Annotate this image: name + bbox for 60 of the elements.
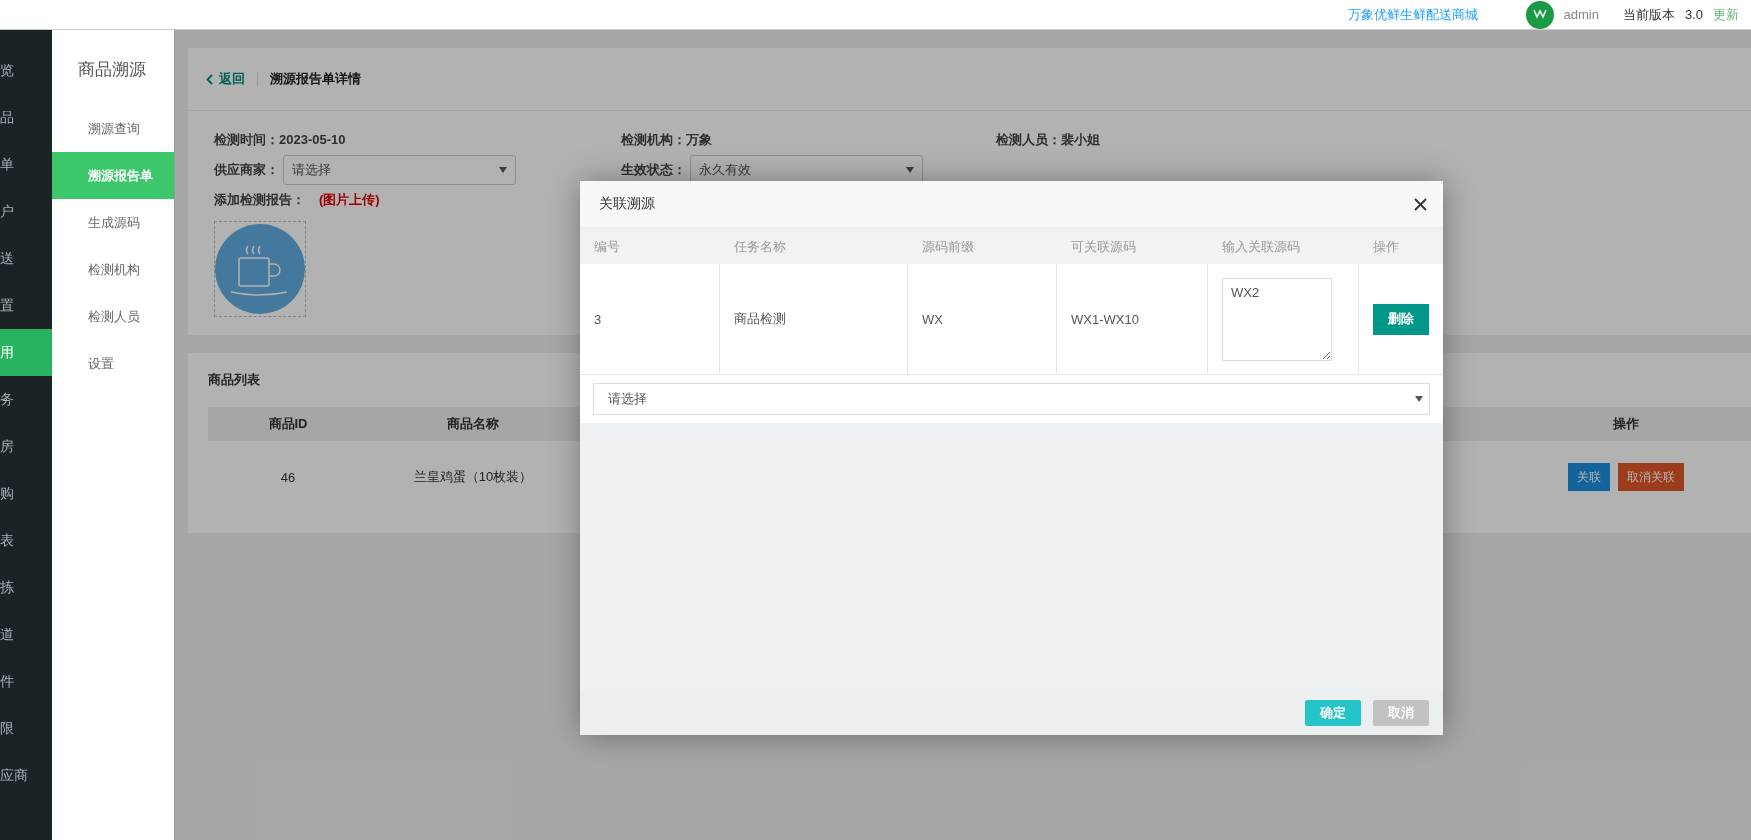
delete-button[interactable]: 删除	[1373, 303, 1429, 335]
field-label: 生效状态：	[621, 161, 686, 179]
back-link[interactable]: 返回	[206, 70, 245, 88]
column-header: 商品ID	[267, 415, 309, 433]
field-label: 添加检测报告：	[214, 191, 305, 209]
coffee-cup-icon	[215, 224, 305, 314]
main-nav-item[interactable]: 购	[0, 470, 52, 517]
dialog-title: 关联溯源	[599, 195, 655, 213]
main-nav-item[interactable]: 置	[0, 282, 52, 329]
sub-nav-item[interactable]: 溯源查询	[52, 105, 174, 152]
main-nav-item[interactable]: 品	[0, 94, 52, 141]
sub-nav-item[interactable]: 设置	[52, 340, 174, 387]
sub-nav-item[interactable]: 生成源码	[52, 199, 174, 246]
version-label: 当前版本	[1622, 5, 1675, 24]
code-input[interactable]: WX2	[1222, 277, 1332, 361]
main-nav-item[interactable]: 览	[0, 47, 52, 94]
main-nav-item[interactable]: 表	[0, 517, 52, 564]
chevron-left-icon	[206, 73, 213, 85]
info-text: 检测机构：万象	[621, 131, 713, 149]
main-nav-item[interactable]: 件	[0, 658, 52, 705]
main-nav-item[interactable]: 房	[0, 423, 52, 470]
column-header: 源码前缀	[921, 238, 975, 256]
main-nav-item[interactable]: 户	[0, 188, 52, 235]
column-header: 任务名称	[733, 238, 787, 256]
field-label: 供应商家：	[214, 161, 279, 179]
select-field[interactable]: 请选择	[283, 155, 516, 185]
column-header: 操作	[1612, 415, 1640, 433]
caret-icon	[1415, 396, 1423, 402]
column-header: 输入关联源码	[1221, 238, 1301, 256]
sub-nav-item[interactable]: 检测人员	[52, 293, 174, 340]
upload-hint: (图片上传)	[319, 191, 380, 209]
main-nav-item[interactable]: 应商	[0, 752, 52, 799]
main-nav-item[interactable]: 限	[0, 705, 52, 752]
sub-nav-item[interactable]: 检测机构	[52, 246, 174, 293]
close-icon[interactable]	[1414, 197, 1427, 211]
info-text: 检测人员：裴小姐	[996, 131, 1101, 149]
caret-icon	[906, 167, 914, 173]
page-title: 溯源报告单详情	[270, 70, 361, 88]
main-nav-item[interactable]: 单	[0, 141, 52, 188]
main-nav-item[interactable]: 送	[0, 235, 52, 282]
table-cell-text: 兰皇鸡蛋（10枚装）	[412, 468, 534, 486]
user-name: admin	[1563, 7, 1599, 22]
column-header: 编号	[593, 238, 621, 256]
column-header: 可关联源码	[1070, 238, 1137, 256]
table-cell: WX	[908, 264, 1057, 374]
section-title: 商品列表	[208, 372, 260, 387]
column-header: 操作	[1372, 238, 1400, 256]
table-cell: WX1-WX10	[1057, 264, 1208, 374]
main-nav-item[interactable]: 务	[0, 376, 52, 423]
select-field[interactable]: 请选择	[593, 383, 1430, 415]
caret-icon	[499, 167, 507, 173]
table-cell: 商品检测	[720, 264, 908, 374]
table-cell-text: 46	[279, 469, 297, 485]
column-header: 商品名称	[446, 415, 500, 433]
table-cell: 3	[580, 264, 720, 374]
main-nav-item[interactable]: 拣	[0, 564, 52, 611]
version-number: 3.0	[1684, 7, 1703, 22]
info-text: 检测时间：2023-05-10	[214, 131, 347, 149]
section-title: 商品溯源	[78, 59, 146, 81]
main-nav-item[interactable]: 道	[0, 611, 52, 658]
